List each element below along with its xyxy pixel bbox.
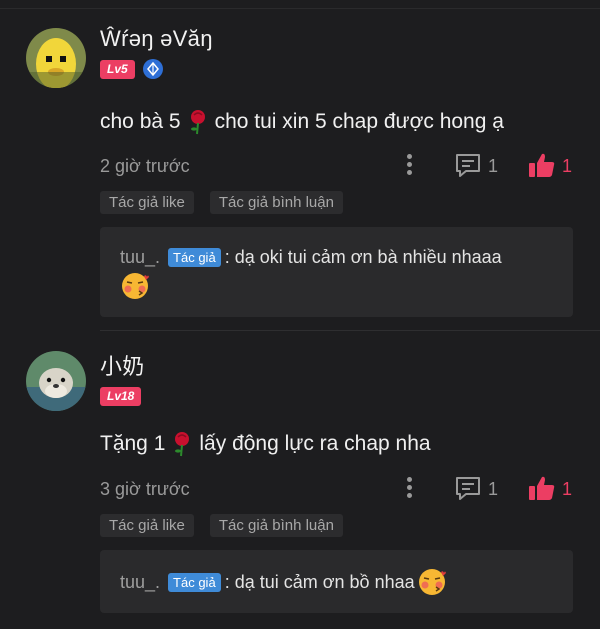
comment-text-part: cho bà 5 <box>100 110 181 133</box>
comment-text-part: cho tui xin 5 chap được hong ạ <box>214 110 504 133</box>
comment-meta: 2 giờ trước 1 1 <box>100 152 580 180</box>
username[interactable]: 小奶 <box>100 349 145 381</box>
timestamp: 3 giờ trước <box>100 479 190 499</box>
comment-text-part: lấy động lực ra chap nha <box>199 432 431 455</box>
reply-count: 1 <box>488 156 499 176</box>
tag-author-like: Tác giả like <box>100 191 194 214</box>
thumbs-up-icon[interactable] <box>528 474 556 507</box>
user-badges: Lv5 <box>100 59 163 79</box>
reply-box[interactable]: tuu_. Tác giả : dạ tui cảm ơn bồ nhaa <box>100 550 573 613</box>
comment-text-part: Tặng 1 <box>100 432 166 455</box>
avatar[interactable] <box>26 351 86 411</box>
blushing-kiss-emoji <box>120 271 150 301</box>
top-divider <box>0 8 600 9</box>
thumbs-up-icon[interactable] <box>528 151 556 184</box>
rose-emoji <box>171 431 193 457</box>
kebab-menu-icon[interactable] <box>404 152 414 180</box>
tag-author-comment: Tác giả bình luận <box>209 191 343 214</box>
tag-list: Tác giả like Tác giả bình luận <box>100 514 343 537</box>
level-badge: Lv18 <box>100 387 142 406</box>
comment-meta: 3 giờ trước 1 1 <box>100 475 580 503</box>
avatar[interactable] <box>26 28 86 88</box>
username[interactable]: Ŵŕəŋ əVăŋ <box>100 26 213 52</box>
timestamp: 2 giờ trước <box>100 156 190 176</box>
author-badge: Tác giả <box>168 248 221 267</box>
reply-username[interactable]: tuu_. <box>120 247 160 268</box>
level-badge: Lv5 <box>100 59 135 79</box>
reply-line: tuu_. Tác giả : dạ tui cảm ơn bồ nhaa <box>120 567 447 597</box>
blushing-kiss-emoji <box>417 567 447 597</box>
reply-username[interactable]: tuu_. <box>120 572 160 593</box>
reply-line: tuu_. Tác giả : dạ oki tui cảm ơn bà nhi… <box>120 247 502 268</box>
reply-text: : dạ oki tui cảm ơn bà nhiều nhaaa <box>224 247 502 267</box>
tag-author-comment: Tác giả bình luận <box>209 514 343 537</box>
like-count: 1 <box>562 479 573 499</box>
author-badge: Tác giả <box>168 572 221 592</box>
comment-text: cho bà 5 cho tui xin 5 chap được hong ạ <box>100 109 504 135</box>
like-count: 1 <box>562 156 573 176</box>
comment-icon[interactable] <box>454 475 482 508</box>
reply-count: 1 <box>488 479 499 499</box>
kebab-menu-icon[interactable] <box>404 475 414 503</box>
rose-emoji <box>187 109 209 135</box>
reply-box[interactable]: tuu_. Tác giả : dạ oki tui cảm ơn bà nhi… <box>100 227 573 317</box>
reply-text: : dạ tui cảm ơn bồ nhaa <box>224 571 415 592</box>
verified-icon <box>142 59 163 79</box>
comment-divider <box>100 330 600 331</box>
comment-text: Tặng 1 lấy động lực ra chap nha <box>100 431 431 457</box>
comment-icon[interactable] <box>454 152 482 185</box>
tag-list: Tác giả like Tác giả bình luận <box>100 191 343 214</box>
tag-author-like: Tác giả like <box>100 514 194 537</box>
user-badges: Lv18 <box>100 387 142 406</box>
